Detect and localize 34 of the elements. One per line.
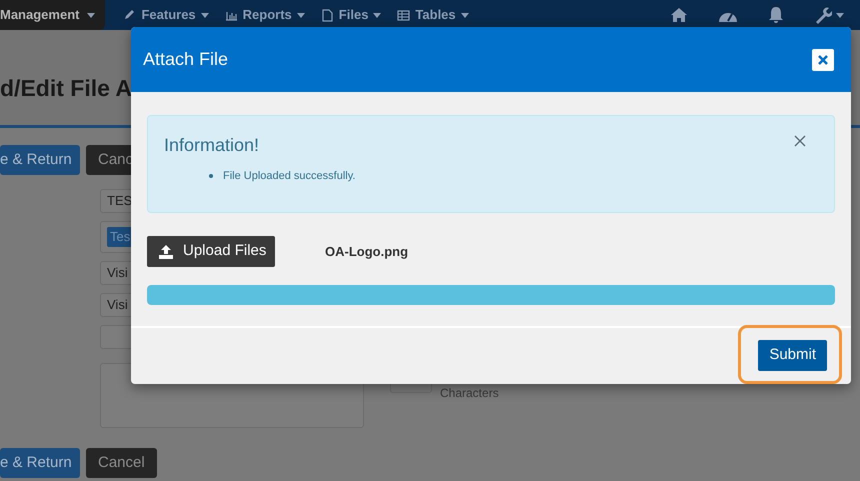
alert-message: File Uploaded successfully. <box>209 168 834 184</box>
nav-menu[interactable]: Management <box>0 0 106 30</box>
cancel-button[interactable]: Cancel <box>86 448 157 478</box>
caret-icon <box>836 12 844 18</box>
submit-button[interactable]: Submit <box>758 340 827 371</box>
save-return-button[interactable]: e & Return <box>0 448 80 478</box>
caret-icon <box>87 12 96 18</box>
bell-icon <box>768 6 784 24</box>
close-icon <box>818 54 828 64</box>
caret-icon <box>296 12 305 18</box>
nav-menu[interactable]: Reports <box>224 5 305 25</box>
alert-heading: Information! <box>164 134 260 157</box>
tag-chip: Tes <box>107 227 134 247</box>
upload-button[interactable]: Upload Files <box>147 236 275 267</box>
close-button[interactable] <box>812 48 834 70</box>
modal-title: Attach File <box>143 48 228 71</box>
page-title: d/Edit File A <box>0 74 132 102</box>
nav-menu[interactable]: Files <box>320 5 382 25</box>
caret-icon <box>373 12 382 18</box>
counter-label: Characters <box>440 385 499 402</box>
pencil-icon <box>123 8 136 22</box>
dismiss-button[interactable] <box>794 135 806 147</box>
caret-icon <box>200 12 209 18</box>
close-icon <box>794 135 806 147</box>
wrench-icon <box>814 6 832 24</box>
file-icon <box>320 8 334 22</box>
table-icon <box>397 8 410 22</box>
nav-menu[interactable]: Features <box>123 5 209 25</box>
file-name: OA-Logo.png <box>325 242 408 261</box>
nav-menu[interactable]: Tables <box>397 5 469 25</box>
upload-icon <box>159 244 173 258</box>
caret-icon <box>460 12 469 18</box>
save-return-button[interactable]: e & Return <box>0 145 80 175</box>
home-icon <box>670 7 688 23</box>
